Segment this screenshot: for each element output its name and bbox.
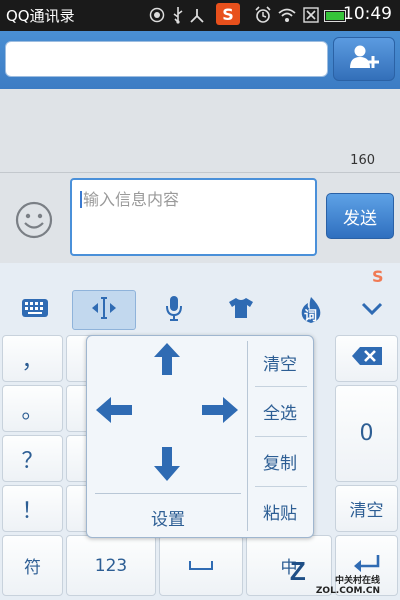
clear-key[interactable]: 清空 [335,485,398,532]
cursor-edit-popup: 清空 全选 复制 粘贴 设置 [86,335,314,538]
app-title: QQ通讯录 [6,7,75,25]
popup-paste-button[interactable]: 粘贴 [250,488,310,534]
usb-icon [170,6,186,24]
skin-button[interactable] [210,290,272,330]
symbol-key[interactable]: 符 [2,535,63,596]
char-count: 160 [350,153,375,168]
popup-divider [95,493,241,494]
record-icon [148,6,166,24]
cursor-edit-button[interactable] [72,290,136,330]
arrow-up-icon [153,343,181,380]
microphone-icon [164,295,184,325]
zol-logo: Z [289,556,306,586]
popup-clear-button[interactable]: 清空 [250,339,310,385]
signal-off-icon [302,6,320,24]
space-icon [188,556,214,576]
sogou-logo: S [372,267,384,286]
ci-label: 词 [304,309,318,324]
text-cursor [80,191,82,208]
network-icon [188,6,206,24]
number-key[interactable]: 123 [66,535,156,596]
add-contact-icon [349,44,379,74]
popup-select-all-button[interactable]: 全选 [250,388,310,434]
smiley-icon [14,201,54,244]
compose-bar: 输入信息内容 发送 [0,173,400,263]
collapse-keyboard-button[interactable] [344,290,400,330]
delete-key[interactable] [335,335,398,382]
popup-divider [255,386,307,387]
search-header [0,31,400,89]
add-contact-button[interactable] [333,37,395,81]
watermark-line2: ZOL.COM.CN [315,586,380,596]
phrase-button[interactable]: 词 [280,290,342,330]
popup-copy-button[interactable]: 复制 [250,438,310,484]
text-cursor-icon [90,296,118,324]
arrow-left-button[interactable] [95,396,133,428]
message-placeholder: 输入信息内容 [83,190,180,209]
arrow-right-icon [201,397,239,428]
arrow-left-icon [95,397,133,428]
message-input[interactable]: 输入信息内容 [70,178,317,256]
chevron-down-icon [361,301,383,320]
popup-divider [255,486,307,487]
arrow-down-icon [153,447,181,486]
status-bar: QQ通讯录 S 10:49 [0,0,400,31]
alarm-icon [254,6,272,24]
keyboard-toolbar: 词 [0,290,400,330]
arrow-up-button[interactable] [153,342,181,380]
clock: 10:49 [343,4,392,24]
ci-flame-icon: 词 [298,296,324,324]
watermark-line1: 中关村在线 [334,576,380,586]
key-question[interactable]: ？ [2,435,63,482]
recipient-search-input[interactable] [5,41,328,77]
popup-divider [247,341,248,531]
arrow-right-button[interactable] [201,396,239,428]
backspace-icon [351,346,383,371]
key-period[interactable]: 。 [2,385,63,432]
popup-divider [255,436,307,437]
tshirt-skin-icon [228,297,254,323]
enter-icon [352,553,382,578]
keyboard-icon [21,298,49,322]
keyboard-switch-button[interactable] [4,290,66,330]
sogou-icon: S [216,3,240,25]
arrow-down-button[interactable] [153,446,181,486]
emoji-button[interactable] [14,200,54,240]
key-zero[interactable]: 0 [335,385,398,482]
zol-watermark: Z 中关村在线 ZOL.COM.CN [290,558,380,596]
popup-settings-button[interactable]: 设置 [95,501,241,533]
send-button[interactable]: 发送 [326,193,394,239]
space-key[interactable] [159,535,243,596]
voice-input-button[interactable] [143,290,205,330]
wifi-icon [277,6,297,24]
message-area: 160 [0,89,400,173]
key-exclaim[interactable]: ！ [2,485,63,532]
key-comma[interactable]: ， [2,335,63,382]
